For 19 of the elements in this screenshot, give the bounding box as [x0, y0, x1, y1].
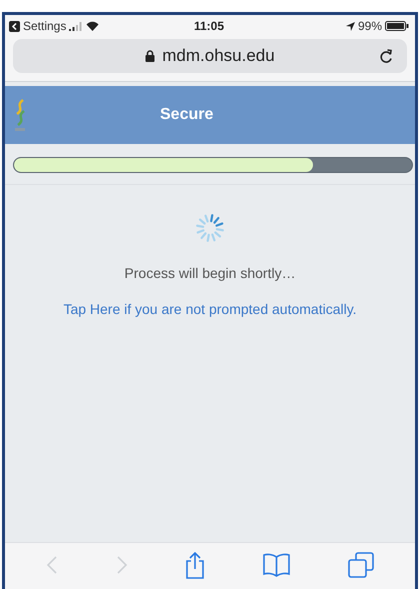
clock: 11:05	[194, 19, 224, 33]
logo-icon	[13, 98, 27, 132]
back-app-label[interactable]: Settings	[23, 19, 66, 33]
reload-icon[interactable]	[379, 49, 393, 64]
prompt-link[interactable]: Tap Here if you are not prompted automatically.	[63, 301, 357, 317]
signal-icon	[69, 22, 84, 30]
header-title: Secure	[160, 106, 214, 124]
share-icon[interactable]	[185, 552, 206, 578]
wifi-icon	[86, 21, 100, 31]
battery-icon	[385, 21, 409, 31]
loading-spinner-icon	[195, 213, 225, 243]
location-icon	[346, 22, 355, 30]
status-message: Process will begin shortly…	[124, 265, 296, 281]
tabs-icon[interactable]	[348, 552, 374, 578]
back-app-icon[interactable]	[9, 20, 20, 32]
lock-icon	[145, 50, 156, 62]
bookmarks-icon[interactable]	[263, 553, 290, 577]
address-bar[interactable]: mdm.ohsu.edu	[13, 39, 407, 73]
battery-percent: 99%	[358, 19, 382, 33]
